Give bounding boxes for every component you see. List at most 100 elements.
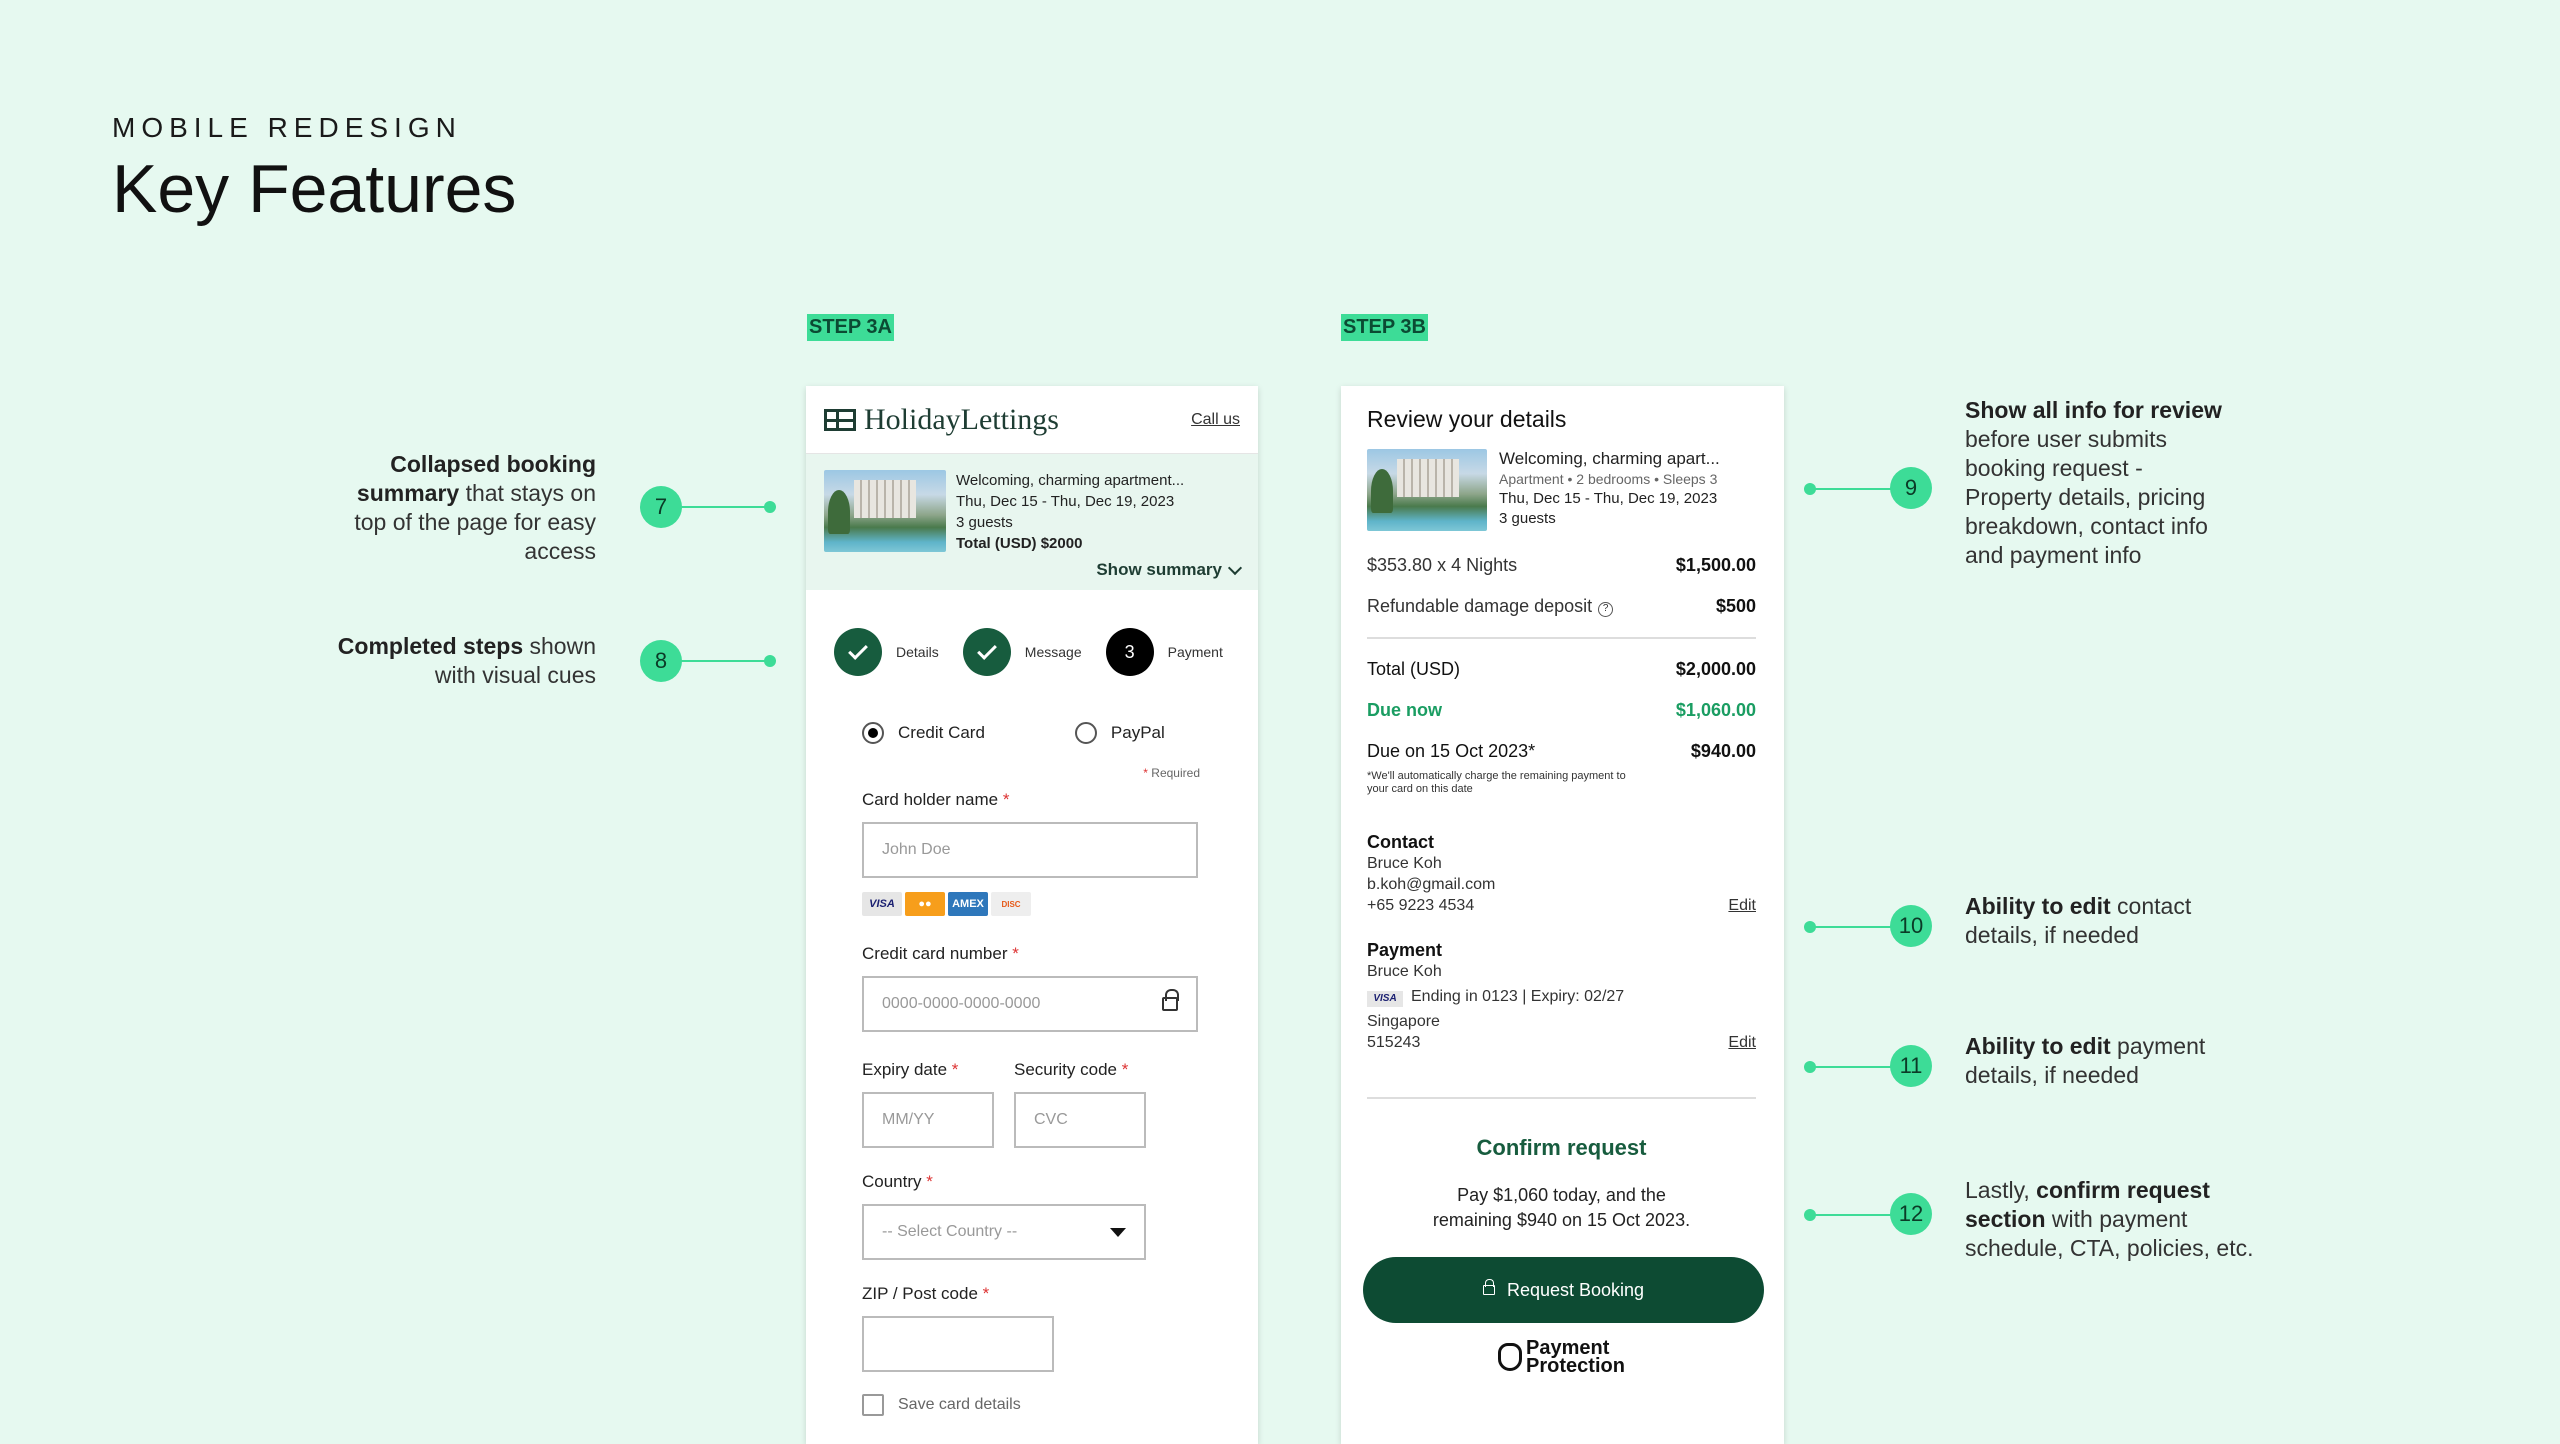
property-thumbnail bbox=[824, 470, 946, 552]
due-now-line: Due now $1,060.00 bbox=[1367, 700, 1756, 720]
connector-line bbox=[680, 506, 770, 508]
payment-heading: Payment bbox=[1367, 940, 1443, 960]
annotation-number-9: 9 bbox=[1890, 467, 1932, 509]
card-holder-label: Card holder name * bbox=[862, 790, 1010, 809]
shield-icon bbox=[1498, 1343, 1523, 1371]
expiry-input[interactable]: MM/YY bbox=[862, 1092, 994, 1148]
payment-section: Payment Bruce Koh VISA Ending in 0123 | E… bbox=[1367, 940, 1756, 1053]
edit-payment-link[interactable]: Edit bbox=[1728, 1032, 1756, 1053]
lock-icon bbox=[1162, 989, 1179, 1011]
property-meta: Apartment • 2 bedrooms • Sleeps 3 bbox=[1499, 471, 1718, 487]
annotation-12: Lastly, confirm request section with pay… bbox=[1965, 1177, 2254, 1261]
step-3a-tag: STEP 3A bbox=[807, 314, 894, 341]
visa-icon: VISA bbox=[1367, 991, 1403, 1007]
contact-phone: +65 9223 4534 bbox=[1367, 897, 1475, 914]
annotation-number-11: 11 bbox=[1890, 1045, 1932, 1087]
contact-section: Contact Bruce Koh b.koh@gmail.com +65 92… bbox=[1367, 832, 1756, 916]
contact-name: Bruce Koh bbox=[1367, 855, 1442, 872]
property-thumbnail bbox=[1367, 449, 1487, 531]
step-label: Details bbox=[896, 644, 939, 660]
paypal-radio[interactable]: PayPal bbox=[1074, 722, 1165, 744]
amex-icon: AMEX bbox=[948, 892, 988, 916]
edit-contact-link[interactable]: Edit bbox=[1728, 895, 1756, 916]
annotation-number-8: 8 bbox=[640, 640, 682, 682]
dropdown-caret-icon bbox=[1110, 1227, 1126, 1237]
radio-selected-icon bbox=[862, 722, 884, 744]
confirm-section: Confirm request Pay $1,060 today, and th… bbox=[1363, 1135, 1764, 1376]
connector-dot bbox=[764, 501, 776, 513]
annotation-10: Ability to edit contact details, if need… bbox=[1965, 893, 2192, 948]
due-later-line: Due on 15 Oct 2023* $940.00 bbox=[1367, 741, 1756, 761]
brand-name: HolidayLettings bbox=[864, 402, 1059, 436]
annotation-11: Ability to edit payment details, if need… bbox=[1965, 1033, 2206, 1088]
guest-count: 3 guests bbox=[956, 514, 1013, 531]
zip-input[interactable] bbox=[862, 1316, 1054, 1372]
annotation-8: Completed steps shown with visual cues bbox=[337, 633, 596, 688]
call-us-link[interactable]: Call us bbox=[1191, 411, 1240, 429]
card-line: VISA Ending in 0123 | Expiry: 02/27 bbox=[1367, 986, 1756, 1007]
step-3b-tag: STEP 3B bbox=[1341, 314, 1428, 341]
step-label: Payment bbox=[1167, 644, 1223, 660]
total-price: Total (USD) $2000 bbox=[956, 535, 1083, 552]
radio-label: Credit Card bbox=[898, 723, 985, 742]
step-details: Details bbox=[834, 628, 939, 676]
connector-line bbox=[680, 660, 770, 662]
card-holder-input[interactable]: John Doe bbox=[862, 822, 1198, 878]
request-booking-button[interactable]: Request Booking bbox=[1363, 1257, 1764, 1323]
nights-line: $353.80 x 4 Nights $1,500.00 bbox=[1367, 555, 1756, 575]
check-icon bbox=[834, 628, 882, 676]
help-icon[interactable]: ? bbox=[1598, 602, 1614, 617]
button-label: Request Booking bbox=[1506, 1279, 1645, 1300]
step-3b-screen: Review your details Welcoming, charming … bbox=[1341, 386, 1784, 1444]
save-card-checkbox[interactable]: Save card details bbox=[862, 1394, 1258, 1416]
expiry-label: Expiry date * bbox=[862, 1060, 959, 1079]
visa-icon: VISA bbox=[862, 892, 902, 916]
mastercard-icon: ●● bbox=[905, 892, 945, 916]
booking-summary: Welcoming, charming apartment... Thu, De… bbox=[806, 454, 1258, 590]
step-number: 3 bbox=[1105, 628, 1154, 676]
radio-label: PayPal bbox=[1110, 723, 1165, 742]
card-number-input[interactable]: 0000-0000-0000-0000 bbox=[862, 976, 1198, 1032]
confirm-heading: Confirm request bbox=[1476, 1135, 1647, 1160]
total-line: Total (USD) $2,000.00 bbox=[1367, 659, 1756, 679]
step-payment: 3 Payment bbox=[1105, 628, 1223, 676]
page-title: Key Features bbox=[112, 151, 517, 227]
payment-zip: 515243 bbox=[1367, 1034, 1421, 1051]
deposit-line: Refundable damage deposit? $500 bbox=[1367, 596, 1756, 617]
card-number-label: Credit card number * bbox=[862, 944, 1019, 963]
step-label: Message bbox=[1024, 644, 1082, 660]
payment-protection-badge: Payment Protection bbox=[1367, 1338, 1756, 1376]
divider bbox=[1367, 637, 1756, 639]
payment-country: Singapore bbox=[1367, 1013, 1440, 1030]
stay-dates: Thu, Dec 15 - Thu, Dec 19, 2023 bbox=[956, 493, 1175, 510]
security-code-label: Security code * bbox=[1014, 1060, 1129, 1079]
eyebrow: MOBILE REDESIGN bbox=[112, 112, 462, 143]
credit-card-radio[interactable]: Credit Card bbox=[862, 722, 985, 744]
checkbox-label: Save card details bbox=[898, 1396, 1021, 1413]
property-title: Welcoming, charming apartment... bbox=[956, 472, 1185, 489]
auto-charge-note: *We'll automatically charge the remainin… bbox=[1367, 770, 1626, 795]
show-summary-label: Show summary bbox=[1096, 560, 1222, 579]
radio-icon bbox=[1074, 722, 1097, 744]
progress-steps: Details Message 3 Payment bbox=[806, 590, 1258, 676]
guest-count: 3 guests bbox=[1499, 510, 1556, 527]
annotation-number-10: 10 bbox=[1890, 905, 1932, 947]
chevron-down-icon bbox=[1227, 560, 1243, 576]
annotation-7: Collapsed booking summary that stays on … bbox=[354, 451, 596, 564]
checkbox-icon bbox=[862, 1394, 884, 1416]
security-code-input[interactable]: CVC bbox=[1014, 1092, 1146, 1148]
show-summary-toggle[interactable]: Show summary bbox=[1096, 560, 1243, 580]
country-select[interactable]: -- Select Country -- bbox=[862, 1204, 1146, 1260]
country-label: Country * bbox=[862, 1172, 933, 1191]
required-note: * Required bbox=[1143, 766, 1200, 780]
payment-method-options: Credit Card PayPal bbox=[806, 676, 1258, 744]
brand-logo[interactable]: HolidayLettings bbox=[824, 403, 1059, 437]
stay-dates: Thu, Dec 15 - Thu, Dec 19, 2023 bbox=[1499, 490, 1718, 507]
top-bar: HolidayLettings Call us bbox=[806, 386, 1258, 454]
contact-heading: Contact bbox=[1367, 832, 1434, 852]
step-message: Message bbox=[962, 628, 1082, 676]
payment-name: Bruce Koh bbox=[1367, 963, 1442, 980]
house-icon bbox=[824, 408, 856, 431]
divider bbox=[1367, 1097, 1756, 1099]
confirm-description: Pay $1,060 today, and the remaining $940… bbox=[1432, 1185, 1691, 1230]
